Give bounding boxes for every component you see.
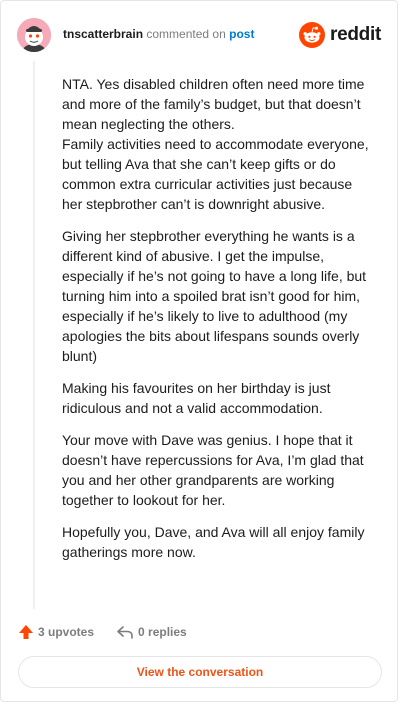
comment-paragraph: NTA. Yes disabled children often need mo… (62, 74, 378, 214)
thread-line[interactable] (33, 61, 35, 609)
snoo-avatar-icon (17, 18, 51, 52)
post-link[interactable]: post (229, 27, 254, 41)
comment-card: tnscatterbrain commented on post reddit … (0, 0, 398, 702)
comment-line: doesn’t have repercussions for Ava, I’m … (62, 452, 364, 468)
comment-line: especially if he’s likely to live to adu… (62, 308, 348, 324)
upvote-count: 3 upvotes (38, 625, 95, 639)
comment-paragraph: Making his favourites on her birthday is… (62, 378, 378, 418)
reply-count: 0 replies (138, 625, 187, 639)
comment-header: tnscatterbrain commented on post reddit (17, 17, 381, 53)
reddit-logo[interactable]: reddit (299, 21, 381, 49)
comment-paragraph: Your move with Dave was genius. I hope t… (62, 430, 378, 510)
username[interactable]: tnscatterbrain (63, 27, 143, 41)
user-avatar[interactable] (17, 18, 51, 52)
view-conversation-button[interactable]: View the conversation (18, 656, 382, 688)
reply-arrow-icon (117, 626, 133, 639)
comment-line: ridiculous and not a valid accommodation… (62, 400, 323, 416)
comment-line: Family activities need to accommodate ev… (62, 136, 369, 152)
comment-actions: 3 upvotes 0 replies (18, 622, 187, 642)
upvote-arrow-icon (19, 625, 33, 639)
comment-byline: tnscatterbrain commented on post (63, 27, 254, 41)
reddit-wordmark: reddit (330, 24, 381, 45)
reddit-alien-icon (299, 22, 326, 48)
comment-line: especially if he’s not going to have a l… (62, 268, 367, 284)
comment-line: but telling Ava that she can’t keep gift… (62, 156, 336, 172)
comment-line: gatherings more now. (62, 544, 196, 560)
comment-line: you and her other grandparents are worki… (62, 472, 335, 488)
comment-line: Hopefully you, Dave, and Ava will all en… (62, 524, 365, 540)
comment-line: mean neglecting the others. (62, 116, 235, 132)
comment-line: and more of the family’s budget, but tha… (62, 96, 361, 112)
commented-on-text: commented on (146, 27, 226, 41)
comment-line: together to lookout for her. (62, 492, 226, 508)
comment-line: Giving her stepbrother everything he wan… (62, 228, 355, 244)
comment-line: turning him into a spoiled brat isn’t go… (62, 288, 361, 304)
reply-action[interactable]: 0 replies (116, 624, 187, 640)
comment-line: Your move with Dave was genius. I hope t… (62, 432, 353, 448)
comment-line: apologies the bits about lifespans sound… (62, 328, 360, 344)
comment-line: her stepbrother can’t is downright abusi… (62, 196, 326, 212)
comment-line: common extra curricular activities just … (62, 176, 353, 192)
upvote-action[interactable]: 3 upvotes (18, 624, 94, 640)
comment-paragraph: Hopefully you, Dave, and Ava will all en… (62, 522, 378, 562)
comment-line: different kind of abusive. I get the imp… (62, 248, 325, 264)
comment-body: NTA. Yes disabled children often need mo… (62, 74, 378, 574)
comment-paragraph: Giving her stepbrother everything he wan… (62, 226, 378, 366)
comment-line: NTA. Yes disabled children often need mo… (62, 76, 365, 92)
comment-line: Making his favourites on her birthday is… (62, 380, 331, 396)
comment-line: blunt) (62, 348, 98, 364)
